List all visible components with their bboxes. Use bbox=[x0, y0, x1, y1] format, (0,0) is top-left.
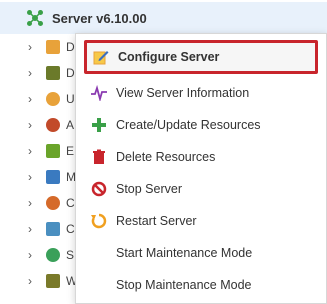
server-title: Server v6.10.00 bbox=[52, 10, 147, 26]
menu-item-label: Restart Server bbox=[116, 214, 197, 228]
chevron-right-icon[interactable]: › bbox=[28, 144, 38, 158]
menu-item-label: Configure Server bbox=[118, 50, 220, 64]
stop-icon bbox=[91, 181, 107, 197]
menu-item-stop-server[interactable]: Stop Server bbox=[76, 173, 326, 205]
server-icon bbox=[26, 9, 44, 27]
chevron-right-icon[interactable]: › bbox=[28, 196, 38, 210]
node-icon bbox=[46, 66, 60, 80]
menu-item-stop-maintenance-mode[interactable]: Stop Maintenance Mode bbox=[76, 269, 326, 301]
menu-item-label: Stop Server bbox=[116, 182, 183, 196]
chevron-right-icon[interactable]: › bbox=[28, 248, 38, 262]
trash-icon bbox=[91, 149, 107, 165]
chevron-right-icon[interactable]: › bbox=[28, 118, 38, 132]
chevron-right-icon[interactable]: › bbox=[28, 170, 38, 184]
menu-item-label: Delete Resources bbox=[116, 150, 216, 164]
node-icon bbox=[46, 40, 60, 54]
context-menu: Configure Server View Server Information… bbox=[75, 33, 327, 304]
filter-icon bbox=[46, 144, 60, 158]
menu-item-create-update-resources[interactable]: Create/Update Resources bbox=[76, 109, 326, 141]
tree-item-label: C bbox=[66, 196, 75, 210]
user-icon bbox=[46, 92, 60, 106]
menu-item-delete-resources[interactable]: Delete Resources bbox=[76, 141, 326, 173]
tree-item-label: U bbox=[66, 92, 75, 106]
menu-item-label: Create/Update Resources bbox=[116, 118, 261, 132]
menu-item-label: Stop Maintenance Mode bbox=[116, 278, 252, 292]
plus-icon bbox=[91, 117, 107, 133]
clock-icon bbox=[46, 248, 60, 262]
node-icon bbox=[46, 274, 60, 288]
edit-icon bbox=[93, 49, 109, 65]
node-icon bbox=[46, 170, 60, 184]
menu-item-configure-server[interactable]: Configure Server bbox=[84, 40, 318, 74]
chevron-right-icon[interactable]: › bbox=[28, 66, 38, 80]
menu-item-label: View Server Information bbox=[116, 86, 250, 100]
restart-icon bbox=[91, 213, 107, 229]
chevron-right-icon[interactable]: › bbox=[28, 274, 38, 288]
menu-item-start-maintenance-mode[interactable]: Start Maintenance Mode bbox=[76, 237, 326, 269]
chevron-right-icon[interactable]: › bbox=[28, 40, 38, 54]
chevron-right-icon[interactable]: › bbox=[28, 92, 38, 106]
tree-item-label: D bbox=[66, 66, 75, 80]
tree-root-server[interactable]: Server v6.10.00 bbox=[0, 2, 327, 34]
chevron-right-icon[interactable]: › bbox=[28, 222, 38, 236]
menu-item-restart-server[interactable]: Restart Server bbox=[76, 205, 326, 237]
node-icon bbox=[46, 222, 60, 236]
node-icon bbox=[46, 118, 60, 132]
tree-item-label: A bbox=[66, 118, 75, 132]
tree-item-label: D bbox=[66, 40, 75, 54]
menu-item-view-server-information[interactable]: View Server Information bbox=[76, 77, 326, 109]
tree-item-label: C bbox=[66, 222, 75, 236]
tree-item-label: S bbox=[66, 248, 75, 262]
menu-item-label: Start Maintenance Mode bbox=[116, 246, 253, 260]
node-icon bbox=[46, 196, 60, 210]
tree-item-label: E bbox=[66, 144, 75, 158]
pulse-icon bbox=[91, 84, 107, 103]
